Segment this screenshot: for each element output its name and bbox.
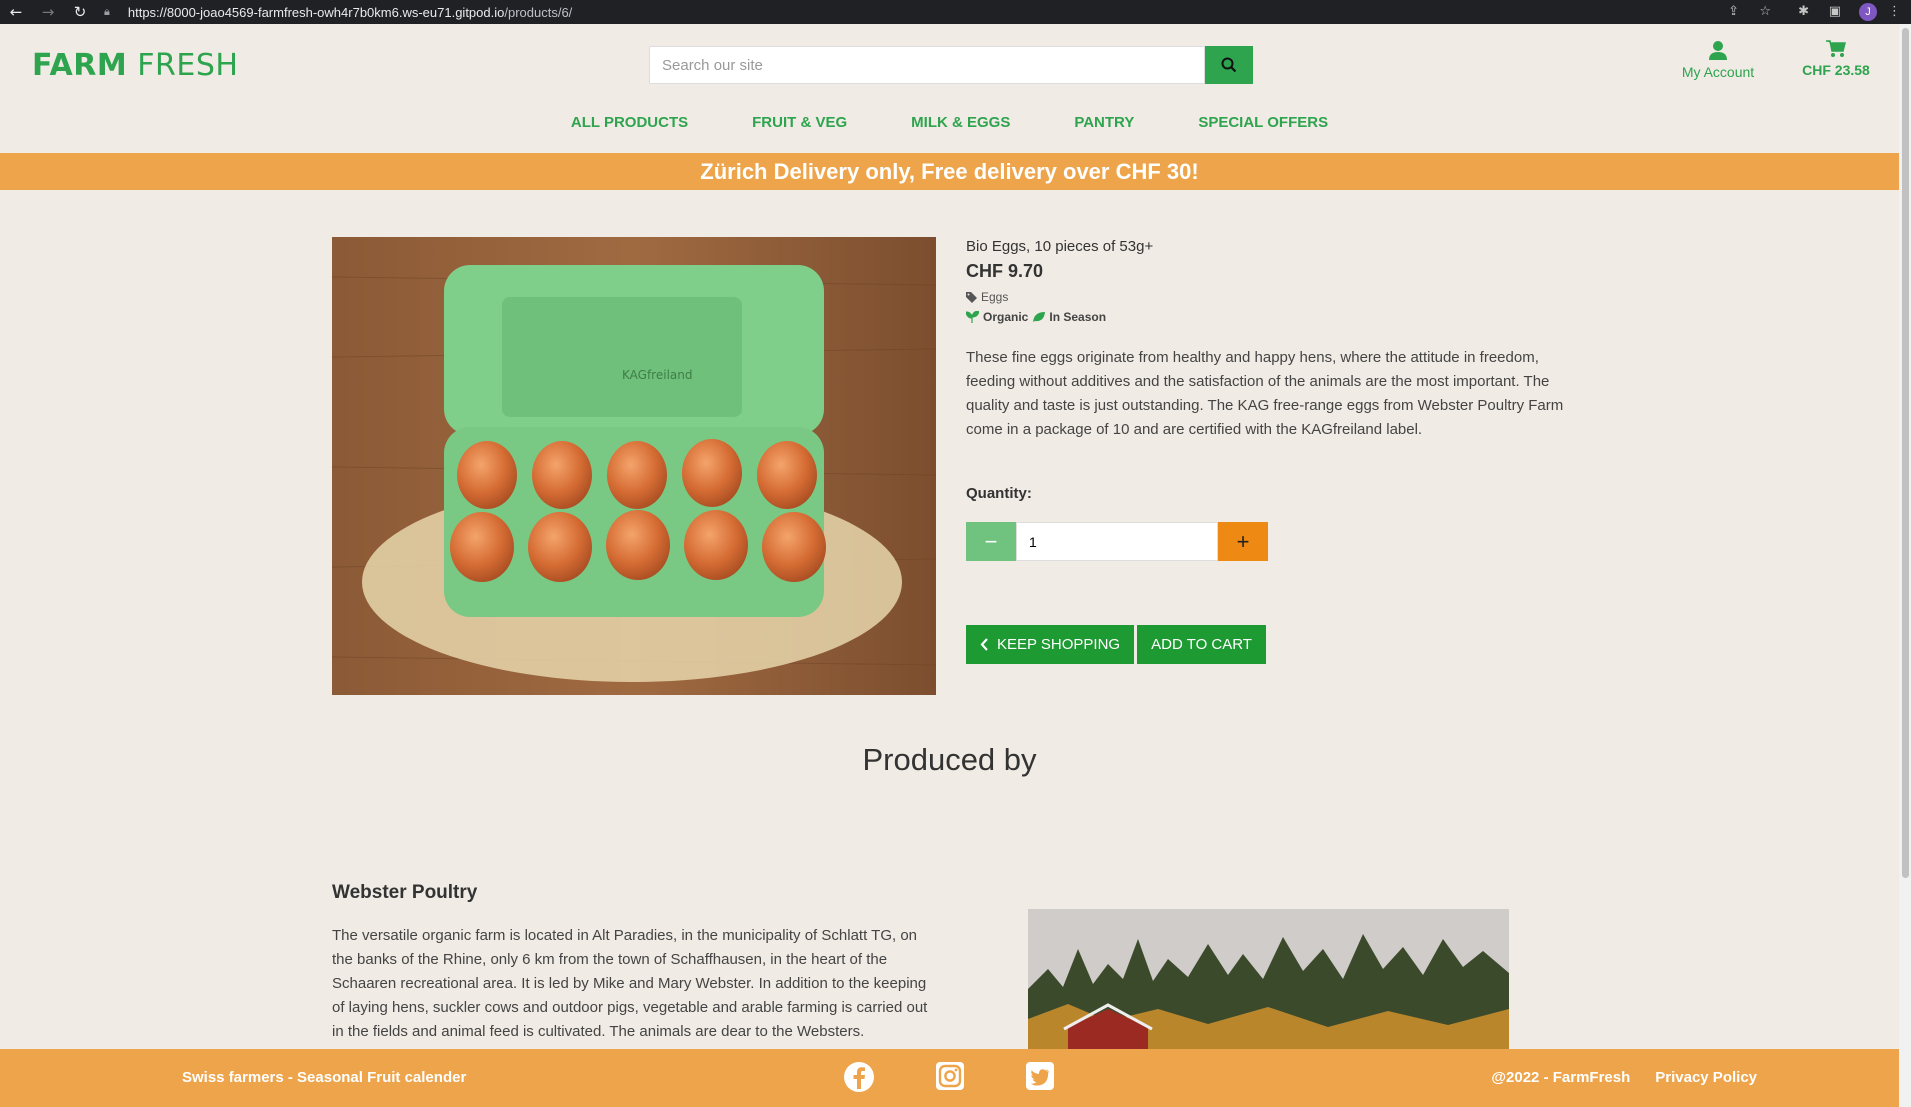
product-actions: KEEP SHOPPING ADD TO CART: [966, 625, 1266, 664]
delivery-banner: Zürich Delivery only, Free delivery over…: [0, 153, 1899, 190]
nav-fruit-veg[interactable]: FRUIT & VEG: [720, 114, 879, 131]
user-icon: [1709, 41, 1727, 60]
nav-special-offers[interactable]: SPECIAL OFFERS: [1166, 114, 1360, 131]
back-icon[interactable]: ←: [0, 3, 32, 21]
scrollbar-thumb[interactable]: [1902, 28, 1909, 878]
keep-shopping-button[interactable]: KEEP SHOPPING: [966, 625, 1135, 664]
social-links: [843, 1061, 1055, 1093]
increment-button[interactable]: +: [1218, 522, 1268, 561]
produced-by-heading: Produced by: [862, 742, 1037, 777]
my-account-link[interactable]: My Account: [1668, 40, 1768, 80]
product-description: These fine eggs originate from healthy a…: [966, 349, 1564, 438]
star-icon[interactable]: ☆: [1759, 4, 1771, 19]
my-account-label: My Account: [1681, 64, 1755, 80]
copyright: @2022 - FarmFresh: [1491, 1069, 1631, 1086]
privacy-policy-link[interactable]: Privacy Policy: [1655, 1069, 1757, 1086]
nav-pantry[interactable]: PANTRY: [1042, 114, 1166, 131]
quantity-label: Quantity:: [966, 485, 1032, 502]
chevron-left-icon: [980, 638, 988, 651]
nav-all-products[interactable]: ALL PRODUCTS: [539, 114, 720, 131]
add-to-cart-label: ADD TO CART: [1151, 636, 1252, 653]
add-to-cart-button[interactable]: ADD TO CART: [1137, 625, 1266, 664]
url-host: https://8000-joao4569-farmfresh-owh4r7b0…: [127, 4, 505, 20]
nav-milk-eggs[interactable]: MILK & EGGS: [879, 114, 1042, 131]
facebook-icon[interactable]: [843, 1061, 875, 1093]
search-form: [649, 46, 1253, 84]
keep-shopping-label: KEEP SHOPPING: [997, 636, 1121, 653]
url-path: /products/6/: [504, 4, 573, 20]
tag-organic: Organic: [983, 310, 1029, 324]
browser-toolbar: ← → ↻ 🔒︎ https://8000-joao4569-farmfresh…: [0, 0, 1911, 24]
reload-icon[interactable]: ↻: [64, 3, 96, 21]
logo-light: FRESH: [127, 48, 239, 83]
tag-icon: [966, 291, 977, 303]
page-scrollbar[interactable]: [1899, 24, 1911, 1107]
address-bar[interactable]: https://8000-joao4569-farmfresh-owh4r7b0…: [128, 5, 572, 20]
quantity-stepper: − +: [966, 522, 1268, 561]
sidepanel-icon[interactable]: ▣: [1829, 4, 1841, 19]
tag-in-season: In Season: [1049, 310, 1107, 324]
site-footer: Swiss farmers - Seasonal Fruit calender …: [0, 1049, 1899, 1107]
share-icon[interactable]: ⇪: [1728, 4, 1739, 19]
instagram-icon[interactable]: [935, 1061, 965, 1091]
seedling-icon: [966, 311, 979, 323]
cart-icon: [1826, 40, 1846, 57]
farm-image: [1028, 909, 1509, 1049]
cart-link[interactable]: CHF 23.58: [1796, 40, 1876, 78]
product-category[interactable]: Eggs: [966, 290, 1576, 304]
product-image: KAGfreiland: [332, 237, 936, 695]
category-label: Eggs: [981, 290, 1009, 304]
menu-icon[interactable]: ⋮: [1888, 4, 1901, 19]
decrement-button[interactable]: −: [966, 522, 1016, 561]
site-logo[interactable]: FARM FRESH: [32, 48, 238, 83]
main-nav: ALL PRODUCTS FRUIT & VEG MILK & EGGS PAN…: [0, 114, 1899, 131]
producer-description: The versatile organic farm is located in…: [332, 927, 928, 1040]
product-info: Bio Eggs, 10 pieces of 53g+ CHF 9.70 Egg…: [966, 238, 1576, 442]
twitter-icon[interactable]: [1025, 1061, 1055, 1091]
producer-name: Webster Poultry: [332, 882, 478, 903]
logo-bold: FARM: [32, 48, 128, 83]
product-tags: Organic In Season: [966, 310, 1576, 324]
product-name: Bio Eggs, 10 pieces of 53g+: [966, 238, 1154, 255]
carton-brand: KAGfreiland: [622, 368, 692, 382]
product-price: CHF 9.70: [966, 261, 1044, 281]
search-input[interactable]: [649, 46, 1205, 84]
seasonal-calendar-link[interactable]: Swiss farmers - Seasonal Fruit calender: [182, 1069, 466, 1086]
leaf-icon: [1033, 312, 1046, 322]
search-button[interactable]: [1205, 46, 1253, 84]
footer-right: @2022 - FarmFresh Privacy Policy: [1491, 1069, 1757, 1086]
search-icon: [1221, 57, 1237, 73]
cart-total: CHF 23.58: [1802, 62, 1870, 78]
profile-avatar[interactable]: J: [1859, 3, 1877, 21]
forward-icon[interactable]: →: [32, 3, 64, 21]
quantity-input[interactable]: [1016, 522, 1218, 561]
extensions-icon[interactable]: ✱: [1798, 4, 1809, 19]
lock-icon: 🔒︎: [104, 5, 110, 18]
